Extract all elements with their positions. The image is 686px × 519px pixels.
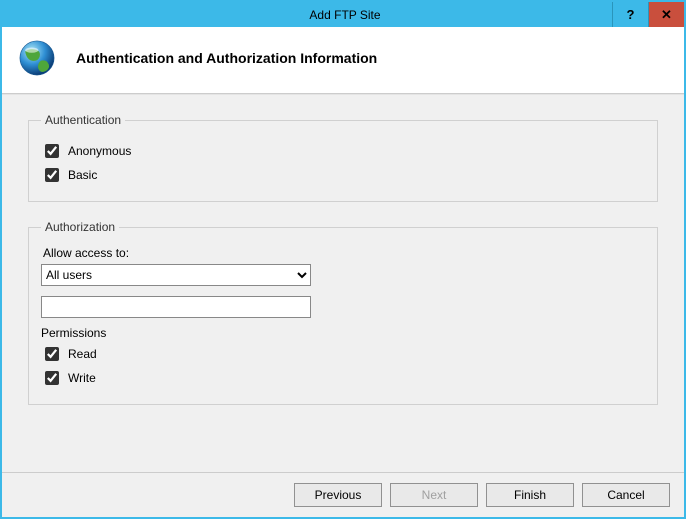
close-button[interactable]: ✕	[648, 2, 684, 27]
cancel-button[interactable]: Cancel	[582, 483, 670, 507]
titlebar: Add FTP Site ? ✕	[2, 2, 684, 27]
next-button[interactable]: Next	[390, 483, 478, 507]
read-label: Read	[68, 347, 97, 361]
write-checkbox[interactable]	[45, 371, 59, 385]
write-label: Write	[68, 371, 96, 385]
authorization-group: Authorization Allow access to: All users…	[28, 220, 658, 405]
access-detail-input[interactable]	[41, 296, 311, 318]
basic-label: Basic	[68, 168, 97, 182]
read-checkbox[interactable]	[45, 347, 59, 361]
globe-icon	[16, 37, 58, 79]
read-checkbox-row[interactable]: Read	[41, 344, 645, 364]
page-title: Authentication and Authorization Informa…	[76, 50, 377, 66]
write-checkbox-row[interactable]: Write	[41, 368, 645, 388]
access-select[interactable]: All users	[41, 264, 311, 286]
authentication-legend: Authentication	[41, 113, 125, 127]
anonymous-checkbox[interactable]	[45, 144, 59, 158]
authentication-group: Authentication Anonymous Basic	[28, 113, 658, 202]
basic-checkbox[interactable]	[45, 168, 59, 182]
content-area: Authentication Anonymous Basic Authoriza…	[2, 94, 684, 472]
access-label: Allow access to:	[43, 246, 645, 260]
help-button[interactable]: ?	[612, 2, 648, 27]
authorization-legend: Authorization	[41, 220, 119, 234]
anonymous-checkbox-row[interactable]: Anonymous	[41, 141, 645, 161]
finish-button[interactable]: Finish	[486, 483, 574, 507]
previous-button[interactable]: Previous	[294, 483, 382, 507]
dialog-window: Add FTP Site ? ✕ Authentication and Auth…	[0, 0, 686, 519]
button-bar: Previous Next Finish Cancel	[2, 472, 684, 517]
page-header: Authentication and Authorization Informa…	[2, 27, 684, 94]
close-icon: ✕	[661, 7, 672, 23]
basic-checkbox-row[interactable]: Basic	[41, 165, 645, 185]
permissions-label: Permissions	[41, 326, 645, 340]
anonymous-label: Anonymous	[68, 144, 131, 158]
